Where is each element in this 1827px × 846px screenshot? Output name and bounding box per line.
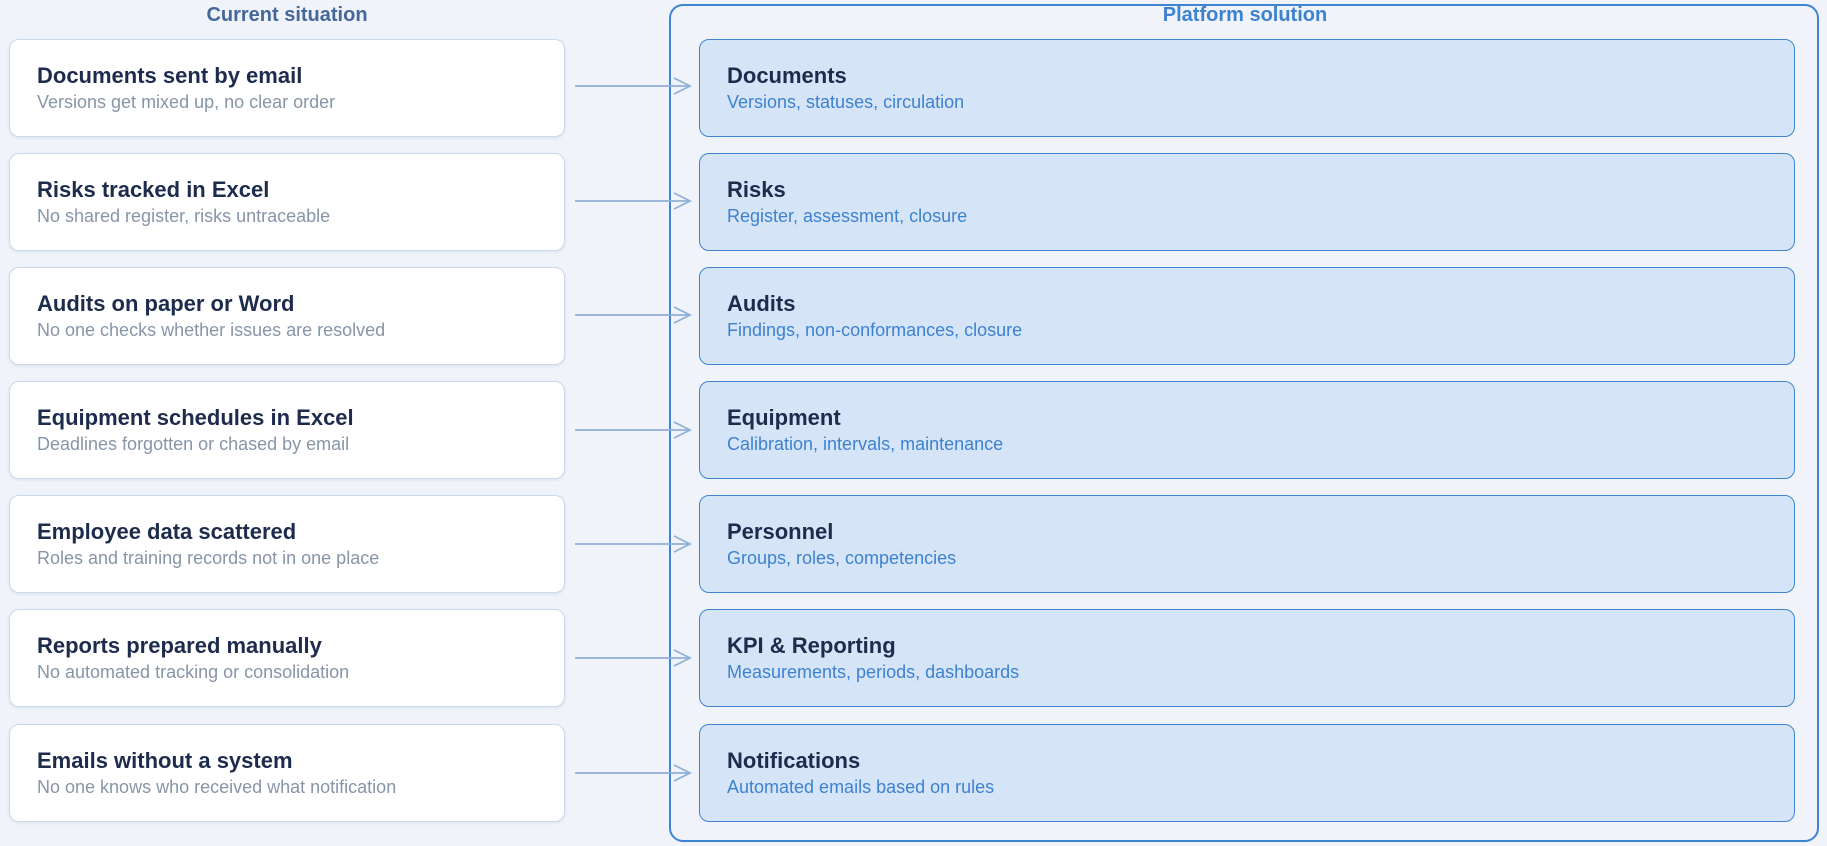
- solution-card-subtitle: Findings, non-conformances, closure: [727, 320, 1023, 340]
- solution-card-title: Risks: [727, 177, 786, 202]
- current-card-title: Emails without a system: [37, 748, 293, 773]
- current-card-title: Audits on paper or Word: [37, 291, 295, 316]
- solution-card-title: KPI & Reporting: [727, 633, 896, 658]
- current-situation-header: Current situation: [206, 4, 368, 26]
- current-card-equipment: Equipment schedules in Excel Deadlines f…: [9, 381, 565, 479]
- solution-card-title: Equipment: [727, 405, 841, 430]
- solution-card-audits: Audits Findings, non-conformances, closu…: [699, 267, 1795, 365]
- current-card-subtitle: Roles and training records not in one pl…: [37, 548, 380, 568]
- solution-card-risks: Risks Register, assessment, closure: [699, 153, 1795, 251]
- current-card-emails: Emails without a system No one knows who…: [9, 724, 565, 822]
- solution-card-equipment: Equipment Calibration, intervals, mainte…: [699, 381, 1795, 479]
- solution-card-subtitle: Measurements, periods, dashboards: [727, 662, 1020, 682]
- current-card-employees: Employee data scattered Roles and traini…: [9, 495, 565, 593]
- current-card-title: Equipment schedules in Excel: [37, 405, 354, 430]
- current-card-subtitle: No automated tracking or consolidation: [37, 662, 350, 682]
- current-card-title: Documents sent by email: [37, 63, 303, 88]
- solution-card-title: Documents: [727, 63, 847, 88]
- solution-card-kpi-reporting: KPI & Reporting Measurements, periods, d…: [699, 609, 1795, 707]
- solution-card-notifications: Notifications Automated emails based on …: [699, 724, 1795, 822]
- current-card-subtitle: No one checks whether issues are resolve…: [37, 320, 386, 340]
- current-card-title: Risks tracked in Excel: [37, 177, 270, 202]
- solution-card-subtitle: Versions, statuses, circulation: [727, 92, 965, 112]
- solution-card-subtitle: Register, assessment, closure: [727, 206, 968, 226]
- current-card-reports: Reports prepared manually No automated t…: [9, 609, 565, 707]
- solution-card-subtitle: Groups, roles, competencies: [727, 548, 957, 568]
- solution-card-personnel: Personnel Groups, roles, competencies: [699, 495, 1795, 593]
- current-card-subtitle: Deadlines forgotten or chased by email: [37, 434, 350, 454]
- current-card-audits: Audits on paper or Word No one checks wh…: [9, 267, 565, 365]
- solution-card-title: Notifications: [727, 748, 861, 773]
- solution-card-documents: Documents Versions, statuses, circulatio…: [699, 39, 1795, 137]
- current-card-risks: Risks tracked in Excel No shared registe…: [9, 153, 565, 251]
- current-card-subtitle: No shared register, risks untraceable: [37, 206, 331, 226]
- solution-card-subtitle: Calibration, intervals, maintenance: [727, 434, 1004, 454]
- solution-card-title: Personnel: [727, 519, 834, 544]
- current-card-title: Reports prepared manually: [37, 633, 322, 658]
- solution-card-subtitle: Automated emails based on rules: [727, 777, 995, 797]
- solution-card-title: Audits: [727, 291, 796, 316]
- diagram-canvas: Current situation Platform solution Docu…: [0, 0, 1827, 846]
- current-card-subtitle: Versions get mixed up, no clear order: [37, 92, 336, 112]
- platform-solution-header: Platform solution: [1162, 4, 1328, 26]
- current-card-title: Employee data scattered: [37, 519, 297, 544]
- current-card-subtitle: No one knows who received what notificat…: [37, 777, 397, 797]
- current-card-documents: Documents sent by email Versions get mix…: [9, 39, 565, 137]
